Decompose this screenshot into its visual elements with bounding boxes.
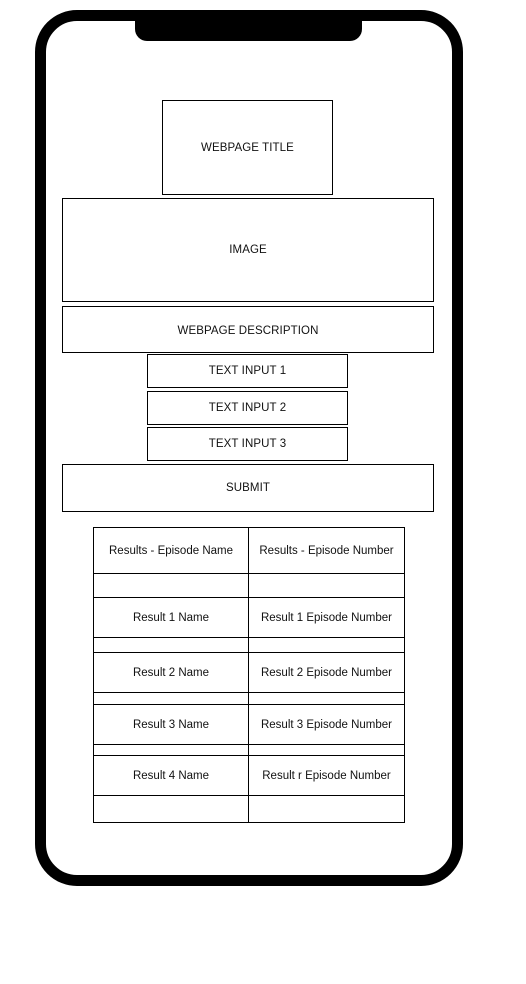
text-input-3[interactable]: TEXT INPUT 3 — [147, 427, 348, 461]
image-placeholder: IMAGE — [62, 198, 434, 302]
table-spacer-row — [93, 637, 405, 653]
table-spacer-row — [93, 795, 405, 823]
text-input-3-label: TEXT INPUT 3 — [208, 438, 287, 450]
table-spacer-row — [93, 744, 405, 756]
table-spacer-row — [93, 573, 405, 598]
image-label: IMAGE — [229, 244, 267, 256]
page-title: WEBPAGE TITLE — [162, 100, 333, 195]
result-name-cell: Result 3 Name — [93, 704, 249, 745]
table-row: Result 2 Name Result 2 Episode Number — [93, 652, 405, 693]
result-number-cell: Result 2 Episode Number — [248, 652, 405, 693]
page-title-label: WEBPAGE TITLE — [201, 141, 294, 154]
table-row: Result 1 Name Result 1 Episode Number — [93, 597, 405, 638]
page-description: WEBPAGE DESCRIPTION — [62, 306, 434, 353]
result-number-cell: Result r Episode Number — [248, 755, 405, 796]
text-input-1-label: TEXT INPUT 1 — [208, 365, 287, 377]
table-spacer-row — [93, 692, 405, 705]
submit-button-label: SUBMIT — [225, 482, 271, 494]
result-name-cell: Result 1 Name — [93, 597, 249, 638]
result-number-cell: Result 1 Episode Number — [248, 597, 405, 638]
results-header-row: Results - Episode Name Results - Episode… — [93, 527, 405, 574]
phone-notch — [135, 10, 362, 41]
column-header-episode-name: Results - Episode Name — [93, 527, 249, 574]
text-input-2-label: TEXT INPUT 2 — [208, 402, 287, 414]
text-input-1[interactable]: TEXT INPUT 1 — [147, 354, 348, 388]
result-name-cell: Result 2 Name — [93, 652, 249, 693]
submit-button[interactable]: SUBMIT — [62, 464, 434, 512]
result-number-cell: Result 3 Episode Number — [248, 704, 405, 745]
table-row: Result 4 Name Result r Episode Number — [93, 755, 405, 796]
text-input-2[interactable]: TEXT INPUT 2 — [147, 391, 348, 425]
result-name-cell: Result 4 Name — [93, 755, 249, 796]
column-header-episode-number: Results - Episode Number — [248, 527, 405, 574]
description-label: WEBPAGE DESCRIPTION — [177, 324, 319, 337]
table-row: Result 3 Name Result 3 Episode Number — [93, 704, 405, 745]
results-table: Results - Episode Name Results - Episode… — [93, 527, 405, 823]
